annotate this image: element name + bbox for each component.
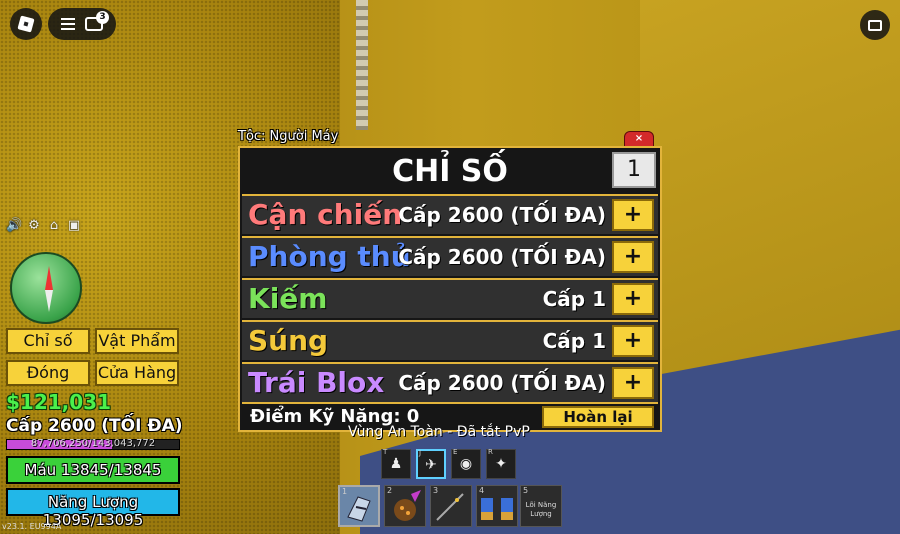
window-icon <box>868 19 882 31</box>
stat-level: Cấp 1 <box>542 329 606 353</box>
stat-level: Cấp 2600 (TỐI ĐA) <box>398 371 606 395</box>
gift-icon[interactable]: ▣ <box>66 218 82 234</box>
stats-button[interactable]: Chỉ số <box>6 328 90 354</box>
chat-icon[interactable]: 3 <box>85 11 109 31</box>
add-gun-button[interactable]: + <box>612 325 654 357</box>
panel-title: CHỈ SỐ <box>392 153 508 189</box>
slot-label: Lõi Năng Lượng <box>525 501 557 518</box>
compass-needle-tail <box>45 290 53 312</box>
ability-key: E <box>453 448 458 456</box>
compass[interactable] <box>10 252 82 324</box>
safe-zone-label: Vùng An Toàn - Đã tắt PvP <box>348 424 530 440</box>
slot-number: 5 <box>523 486 529 495</box>
hotbar-slot-4[interactable]: 4 <box>476 485 518 527</box>
slot-number: 2 <box>387 486 393 495</box>
menu-chat-pill: 3 <box>48 8 116 40</box>
add-melee-button[interactable]: + <box>612 199 654 231</box>
stat-level: Cấp 2600 (TỐI ĐA) <box>398 203 606 227</box>
slot-number: 1 <box>342 487 348 496</box>
stat-row-melee: Cận chiến Cấp 2600 (TỐI ĐA) + <box>242 194 658 234</box>
ability-slot-j[interactable]: J ✈ <box>416 449 446 479</box>
version-label: v23.1. EU994A <box>2 522 62 531</box>
eye-icon: ◉ <box>459 456 473 472</box>
stat-name: Kiếm <box>248 282 328 315</box>
health-bar: Máu 13845/13845 <box>6 456 180 484</box>
roblox-menu-button[interactable] <box>10 8 42 40</box>
hanging-chain <box>356 0 368 130</box>
ability-slot-e[interactable]: E ◉ <box>451 448 481 479</box>
stat-row-gun: Súng Cấp 1 + <box>242 320 658 360</box>
roblox-logo-icon <box>17 15 35 33</box>
money-display: $121,031 <box>6 390 112 414</box>
reset-stats-button[interactable]: Hoàn lại <box>542 406 654 428</box>
ability-key: T <box>383 448 388 456</box>
add-sword-button[interactable]: + <box>612 283 654 315</box>
slot-number: 4 <box>479 486 485 495</box>
add-blox-fruit-button[interactable]: + <box>612 367 654 399</box>
player-level: Cấp 2600 (TỐI ĐA) <box>6 416 183 436</box>
speaker-icon[interactable]: 🔊 <box>6 218 22 234</box>
ability-key: J <box>419 449 422 457</box>
burst-icon: ✦ <box>495 456 507 472</box>
race-tag: Tộc: Người Máy <box>238 129 339 144</box>
stat-level: Cấp 1 <box>542 287 606 311</box>
hotbar-slot-1[interactable]: 1 <box>338 485 380 527</box>
compass-needle-icon <box>45 266 53 290</box>
gear-icon[interactable]: ⚙ <box>26 218 42 234</box>
stat-name: Phòng thủ <box>248 240 411 273</box>
items-button[interactable]: Vật Phẩm <box>95 328 179 354</box>
stat-row-sword: Kiếm Cấp 1 + <box>242 278 658 318</box>
close-hud-button[interactable]: Đóng <box>6 360 90 386</box>
home-icon[interactable]: ⌂ <box>46 218 62 234</box>
slot-number: 3 <box>433 486 439 495</box>
stat-name: Trái Blox <box>248 366 385 399</box>
stat-name: Cận chiến <box>248 198 403 231</box>
stat-name: Súng <box>248 324 329 357</box>
stat-level: Cấp 2600 (TỐI ĐA) <box>398 245 606 269</box>
ability-slot-t[interactable]: T ♟ <box>381 448 411 479</box>
chat-badge: 3 <box>96 11 109 24</box>
mini-icon-row: 🔊 ⚙ ⌂ ▣ <box>6 218 82 234</box>
stats-panel: CHỈ SỐ 1 Cận chiến Cấp 2600 (TỐI ĐA) + P… <box>238 146 662 432</box>
xp-text: 87,706,250/143,043,772 <box>30 438 156 449</box>
shop-button[interactable]: Cửa Hàng <box>95 360 179 386</box>
point-amount-box[interactable]: 1 <box>612 152 656 188</box>
hotbar-slot-5[interactable]: 5 Lõi Năng Lượng <box>520 485 562 527</box>
hotbar-slot-2[interactable]: 2 <box>384 485 426 527</box>
wing-icon: ✈ <box>425 457 437 473</box>
ability-slot-r[interactable]: R ✦ <box>486 448 516 479</box>
hotbar-slot-3[interactable]: 3 <box>430 485 472 527</box>
backpack-button[interactable] <box>860 10 890 40</box>
ability-key: R <box>488 448 493 456</box>
panel-close-button[interactable]: × <box>624 131 654 147</box>
figure-icon: ♟ <box>389 456 403 472</box>
add-defense-button[interactable]: + <box>612 241 654 273</box>
stat-row-defense: Phòng thủ Cấp 2600 (TỐI ĐA) + <box>242 236 658 276</box>
panel-header: CHỈ SỐ 1 <box>240 148 660 194</box>
energy-bar: Năng Lượng 13095/13095 <box>6 488 180 529</box>
health-text: Máu 13845/13845 <box>24 461 162 479</box>
hamburger-icon[interactable] <box>61 18 75 30</box>
xp-bar: 87,706,250/143,043,772 <box>6 438 180 450</box>
stat-row-blox-fruit: Trái Blox Cấp 2600 (TỐI ĐA) + <box>242 362 658 402</box>
